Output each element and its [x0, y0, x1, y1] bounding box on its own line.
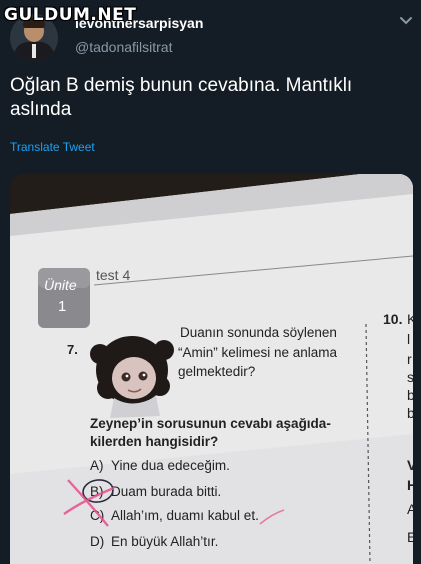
translate-tweet-link[interactable]: Translate Tweet — [10, 140, 95, 154]
option-d-letter: D) — [90, 534, 104, 549]
option-c-text: Allah’ım, duamı kabul et. — [111, 508, 259, 523]
unit-number: 1 — [58, 298, 66, 315]
question-number: 7. — [67, 342, 78, 357]
next-fragment-2: l — [407, 331, 410, 347]
speech-line-1: Duanın sonunda söylenen — [180, 325, 337, 340]
next-fragment-4: s — [407, 369, 413, 385]
test-label: test 4 — [96, 267, 130, 283]
unit-word: Ünite — [44, 276, 77, 293]
next-fragment-6: b — [407, 405, 413, 421]
next-fragment-9: A — [407, 501, 413, 517]
chevron-down-icon[interactable] — [399, 15, 413, 27]
option-a-letter: A) — [90, 458, 104, 473]
next-fragment-8: H — [407, 477, 413, 493]
prompt-line-1: Zeynep’in sorusunun cevabı aşağıda- — [90, 416, 331, 431]
user-handle[interactable]: @tadonafilsitrat — [75, 39, 172, 55]
watermark: GULDUM.NET — [4, 5, 137, 25]
speech-line-3: gelmektedir? — [178, 364, 255, 379]
worksheet-photo: Ünite 1 test 4 7. Duanın sonunda söylene… — [10, 174, 413, 564]
option-a-text: Yine dua edeceğim. — [111, 458, 230, 473]
option-b-text: Duam burada bitti. — [111, 484, 221, 499]
next-fragment-7: V — [407, 457, 413, 473]
tweet-photo[interactable]: Ünite 1 test 4 7. Duanın sonunda söylene… — [10, 174, 413, 564]
next-fragment-10: E — [407, 529, 413, 545]
next-fragment-3: r — [407, 351, 412, 367]
next-question-number: 10. — [383, 311, 402, 327]
option-d-text: En büyük Allah’tır. — [111, 534, 218, 549]
next-fragment-1: K — [407, 311, 413, 327]
next-fragment-5: b — [407, 387, 413, 403]
prompt-line-2: kilerden hangisidir? — [90, 434, 218, 449]
speech-line-2: “Amin” kelimesi ne anlama — [178, 345, 338, 360]
tweet-text: Oğlan B demiş bunun cevabına. Mantıklı a… — [10, 75, 353, 120]
